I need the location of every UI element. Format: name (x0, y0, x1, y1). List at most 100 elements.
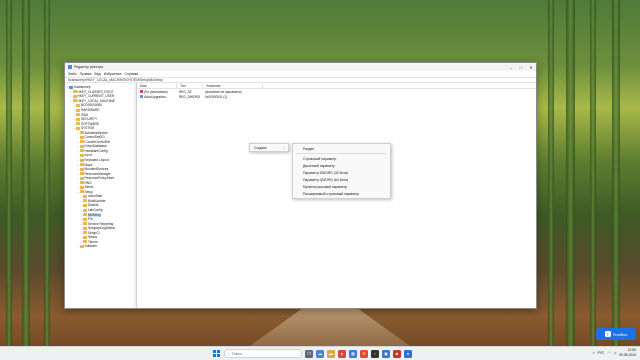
tree-item-label: HARDWARE (81, 108, 100, 112)
tree-item-label: LabConfig (88, 208, 103, 213)
language-indicator[interactable]: РУС (598, 351, 605, 355)
chevron-up-icon[interactable]: ˄ (593, 351, 595, 355)
folder-icon (79, 153, 84, 157)
folder-icon (83, 199, 87, 203)
menu-help[interactable]: Справка (125, 72, 139, 76)
tree-item-label: SetupapiLogStatus (88, 226, 115, 231)
wifi-icon[interactable]: ◠ (607, 351, 610, 355)
folder-icon (83, 217, 87, 221)
clock[interactable]: 12:50 09.08.2024 (619, 348, 636, 357)
tree-item-label: BuildUpdate (88, 198, 106, 203)
tree-item-label: HardwareConfig (84, 148, 108, 153)
taskbar-app-chrome[interactable]: ● (338, 349, 346, 358)
tree-item-label: Setup (84, 189, 93, 194)
value-type: REG_DWORD (179, 94, 201, 99)
terabox-icon: T (604, 331, 611, 337)
start-button[interactable] (212, 349, 221, 358)
tree-item-label: HKEY_LOCAL_MACHINE (77, 98, 115, 103)
folder-icon (83, 194, 87, 198)
tree-scrollbar[interactable] (134, 83, 136, 308)
folder-icon (79, 131, 84, 135)
string-value-icon (140, 90, 143, 93)
taskbar-app-widgets[interactable]: ☁ (316, 349, 324, 358)
tree-item-label: SAM (81, 112, 88, 117)
column-type[interactable]: Тип (177, 83, 203, 88)
terabox-label: TeraBox (612, 331, 628, 337)
terabox-button[interactable]: T TeraBox (596, 328, 636, 340)
folder-icon (72, 90, 77, 94)
submenu-item-expandable-string[interactable]: Расширяемый строковый параметр (293, 190, 390, 197)
taskbar-app-terminal[interactable]: › (371, 349, 379, 358)
search-placeholder: Поиск (231, 351, 242, 356)
tree-item-label: Service Reporting (88, 221, 114, 226)
submenu-item-key[interactable]: Раздел (293, 145, 390, 152)
minimize-button[interactable]: – (506, 63, 516, 71)
menu-favorites[interactable]: Избранное (104, 72, 122, 76)
folder-icon (79, 163, 84, 167)
folder-icon (83, 240, 87, 244)
folder-icon (79, 140, 84, 144)
column-name[interactable]: Имя (137, 83, 177, 88)
submenu-item-dword[interactable]: Параметр DWORD (32 бита) (293, 169, 390, 176)
taskbar-app-regedit[interactable]: ▣ (382, 349, 390, 358)
menu-item-create-label: Создать (254, 145, 267, 150)
folder-icon (79, 172, 84, 176)
submenu-item-qword[interactable]: Параметр QWORD (64 бита) (293, 176, 390, 183)
tree-item-label: MoSetup (88, 212, 101, 217)
value-data: 0x00000001 (1) (205, 94, 228, 99)
tree-item-label: MountedDevices (84, 167, 109, 172)
tree-item-label: RNG (84, 180, 92, 185)
menu-item-create[interactable]: Создать › (250, 144, 288, 151)
tree-item-label: SYSTEM (81, 126, 95, 131)
registry-editor-window[interactable]: Редактор реестра – □ ✕ Файл Правка Вид И… (64, 62, 537, 309)
volume-icon[interactable]: ◁ (613, 351, 616, 355)
tree-item-label: Status (88, 235, 98, 240)
close-button[interactable]: ✕ (526, 63, 536, 71)
maximize-button[interactable]: □ (516, 63, 526, 71)
taskbar-app-app-blue[interactable]: ● (404, 349, 412, 358)
taskbar-app-explorer[interactable]: ▬ (327, 349, 335, 358)
taskbar: ⌕ Поиск ❐ ☁ ▬ ● ▦ Я › ▣ ■ ● ˄ РУС ◠ ◁ 12:50 09.08… (0, 346, 640, 360)
folder-icon (83, 213, 87, 217)
regedit-icon (68, 65, 72, 69)
taskbar-app-app-red[interactable]: ■ (393, 349, 401, 358)
tree-item-label: Pid (88, 217, 93, 222)
folder-icon (79, 167, 84, 171)
key-tree[interactable]: ⌄ Компьютер › HKEY_CLASSES_ROOT › HKEY_CURREN… (65, 83, 137, 308)
tree-item-label: Timers (88, 239, 98, 244)
folder-icon (79, 144, 84, 148)
clock-date: 09.08.2024 (619, 352, 636, 357)
taskbar-app-store[interactable]: ▦ (349, 349, 357, 358)
folder-icon (76, 117, 80, 121)
submenu-item-string[interactable]: Строковый параметр (293, 155, 390, 162)
tree-item-label: ControlSet001 (84, 135, 105, 140)
folder-icon (76, 126, 80, 130)
submenu-item-binary[interactable]: Двоичный параметр (293, 162, 390, 169)
taskbar-app-yandex[interactable]: Я (360, 349, 368, 358)
title-bar[interactable]: Редактор реестра – □ ✕ (65, 63, 536, 71)
folder-icon (72, 99, 77, 103)
value-row[interactable]: AllowUpgrades... REG_DWORD 0x00000001 (1… (137, 94, 536, 99)
tree-item-label: Keyboard Layout (84, 158, 109, 163)
tree-item-label: Input (84, 153, 92, 158)
taskbar-app-task-view[interactable]: ❐ (305, 349, 313, 358)
tree-item[interactable]: › Software (65, 244, 136, 249)
tree-item-label: ActivationBroker (84, 130, 108, 135)
taskbar-search[interactable]: ⌕ Поиск (224, 349, 302, 358)
tree-item-label: DriverDatabase (84, 144, 107, 149)
folder-icon (83, 222, 87, 226)
folder-icon (79, 181, 84, 185)
folder-icon (79, 158, 84, 162)
menu-edit[interactable]: Правка (80, 72, 92, 76)
tree-item-label: ResourceManager (84, 171, 111, 176)
window-title: Редактор реестра (74, 65, 104, 69)
menu-file[interactable]: Файл (68, 72, 77, 76)
tree-item-label: Select (84, 185, 94, 190)
dword-value-icon (140, 95, 143, 98)
values-list[interactable]: Имя Тип Значение (По умолчанию) REG_SZ (… (137, 83, 536, 308)
folder-icon (79, 149, 84, 153)
submenu-item-multistring[interactable]: Мультистроковый параметр (293, 183, 390, 190)
folder-icon (76, 103, 80, 107)
menu-view[interactable]: Вид (94, 72, 100, 76)
column-value[interactable]: Значение (203, 83, 263, 88)
